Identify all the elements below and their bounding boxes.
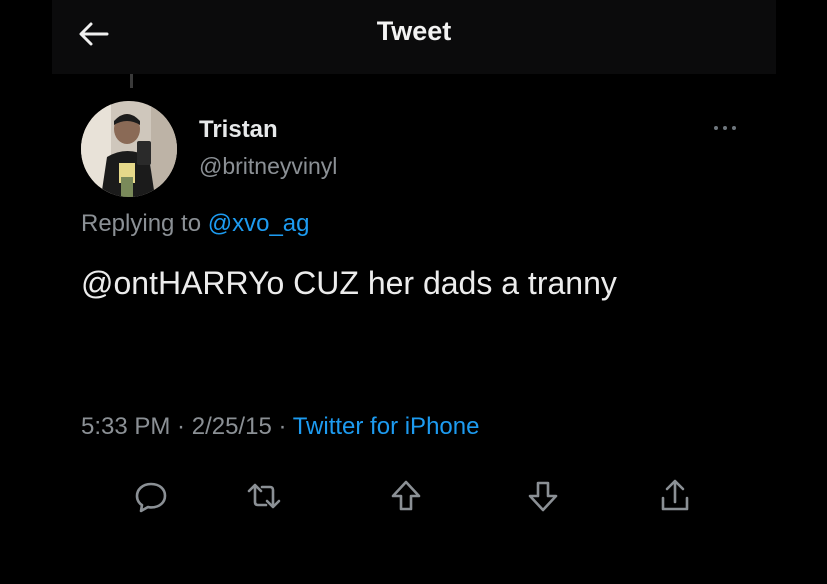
- retweet-button[interactable]: [244, 476, 284, 516]
- replying-to: Replying to @xvo_ag: [81, 210, 310, 238]
- thread-connector-line: [130, 74, 133, 88]
- upvote-button[interactable]: [386, 476, 426, 516]
- share-icon: [661, 479, 689, 511]
- upvote-icon: [391, 480, 421, 511]
- tweet-text: @ontHARRYo CUZ her dads a tranny: [81, 265, 617, 301]
- avatar[interactable]: [81, 101, 177, 197]
- author-name[interactable]: Tristan: [199, 116, 278, 144]
- downvote-button[interactable]: [523, 476, 563, 516]
- tweet-date[interactable]: 2/25/15: [192, 413, 272, 440]
- comment-icon: [135, 482, 167, 513]
- replying-to-link[interactable]: @xvo_ag: [208, 210, 310, 237]
- share-button[interactable]: [655, 476, 695, 516]
- top-bar: Tweet: [52, 0, 776, 74]
- more-options-button[interactable]: [708, 118, 742, 138]
- page-title: Tweet: [376, 16, 452, 46]
- downvote-icon: [528, 481, 558, 512]
- more-horizontal-icon: [714, 126, 736, 130]
- author-handle[interactable]: @britneyvinyl: [199, 153, 337, 180]
- reply-button[interactable]: [131, 476, 171, 516]
- replying-prefix: Replying to: [81, 210, 208, 237]
- retweet-icon: [247, 483, 281, 509]
- avatar-photo: [81, 101, 177, 197]
- meta-separator: ·: [271, 413, 293, 440]
- tweet-time[interactable]: 5:33 PM: [81, 413, 170, 440]
- tweet-source[interactable]: Twitter for iPhone: [293, 413, 480, 440]
- meta-separator: ·: [170, 413, 192, 440]
- tweet-meta: 5:33 PM · 2/25/15 · Twitter for iPhone: [81, 413, 479, 441]
